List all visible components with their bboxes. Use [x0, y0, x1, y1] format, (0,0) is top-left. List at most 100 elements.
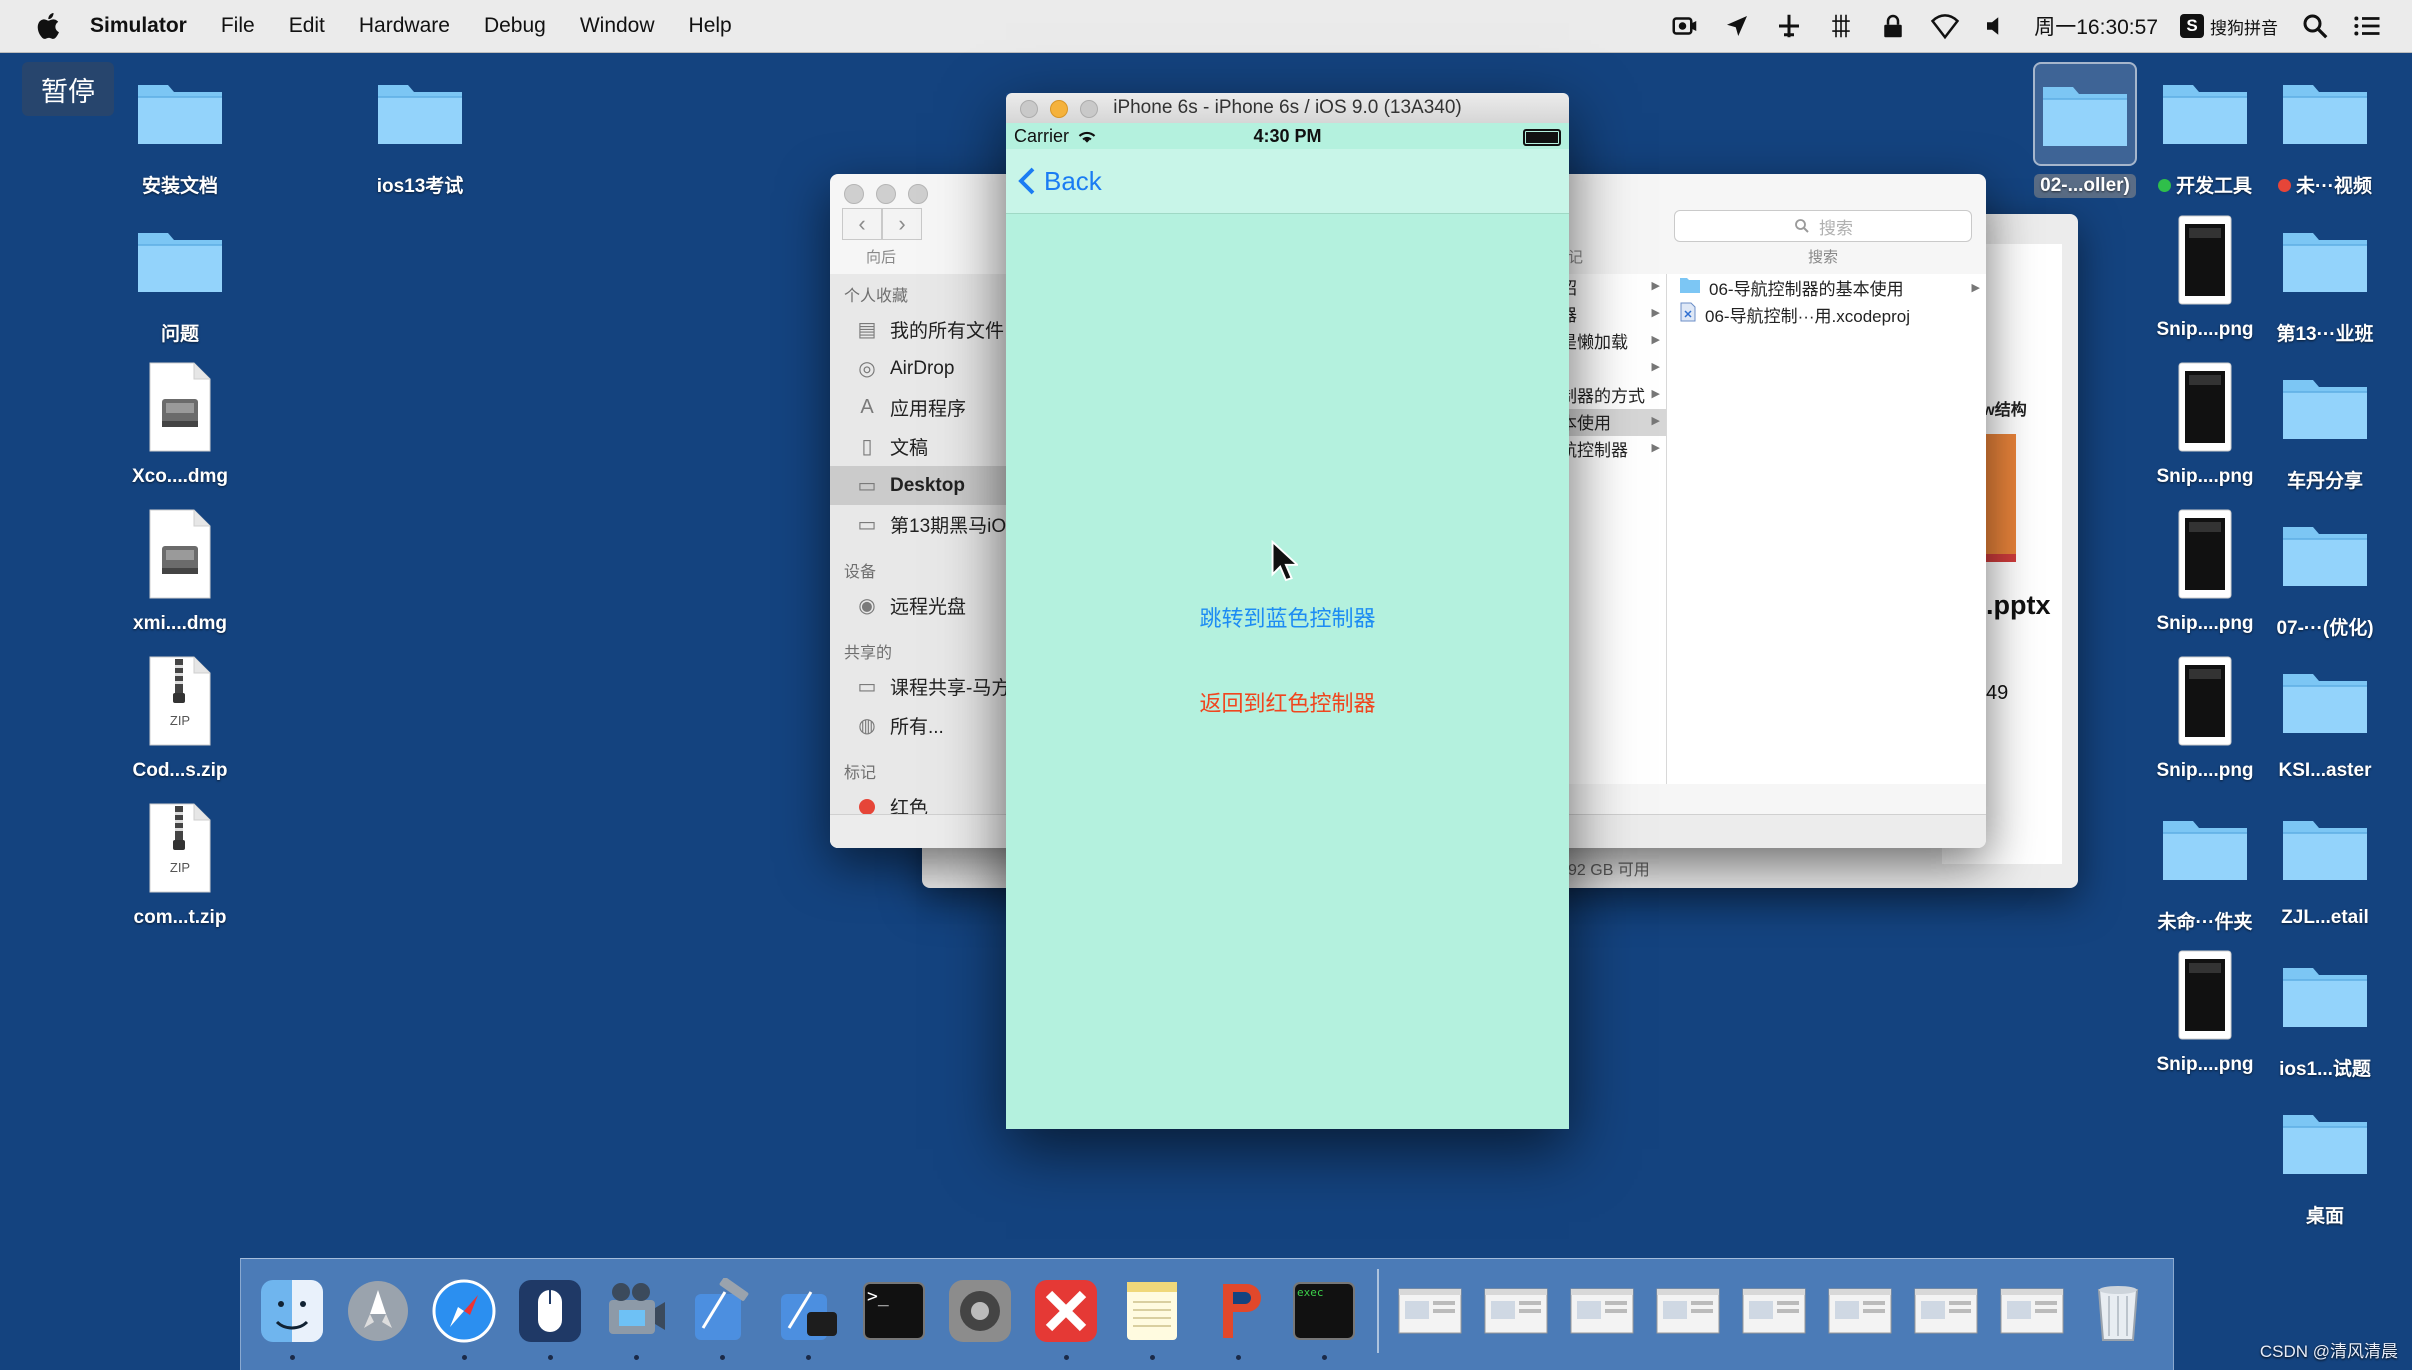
desktop-item[interactable]: xmi....dmg [100, 504, 260, 636]
xmind-dock-icon[interactable] [1029, 1274, 1103, 1360]
mouse-dock-icon[interactable] [513, 1274, 587, 1360]
screen-record-icon[interactable] [1670, 11, 1700, 41]
sidebar-item[interactable]: ◉ 远程光盘 [830, 586, 1030, 625]
desktop-item[interactable]: 车丹分享 [2260, 357, 2390, 494]
pop-to-red-controller-button[interactable]: 返回到红色控制器 [1006, 686, 1569, 718]
desktop-item[interactable]: KSI...aster [2260, 651, 2390, 783]
zoom-button[interactable] [908, 184, 928, 204]
menu-app-name[interactable]: Simulator [90, 14, 187, 38]
powerpoint-dock-icon[interactable] [1201, 1274, 1275, 1360]
window-thumb-4[interactable] [1651, 1274, 1725, 1348]
close-button[interactable] [844, 184, 864, 204]
desktop-item[interactable]: ios1...试题 [2260, 945, 2390, 1082]
push-blue-controller-button[interactable]: 跳转到蓝色控制器 [1006, 601, 1569, 633]
menu-clock[interactable]: 周一16:30:57 [2034, 11, 2158, 41]
sidebar-item[interactable]: ◎ AirDrop [830, 349, 1030, 388]
desktop-item[interactable]: 07-···(优化) [2260, 504, 2390, 641]
desktop-item[interactable]: Snip....png [2140, 357, 2270, 489]
wifi-icon[interactable] [1930, 11, 1960, 41]
apple-icon[interactable] [32, 9, 66, 43]
zoom-button[interactable] [1080, 100, 1098, 118]
trash-dock-icon[interactable] [2081, 1274, 2155, 1348]
column-item[interactable]: 06-导航控制器的基本使用 ▶ [1667, 274, 1986, 301]
safari-dock-icon[interactable] [427, 1274, 501, 1360]
desktop-item[interactable]: ZIP Cod...s.zip [100, 651, 260, 783]
location-icon[interactable] [1722, 11, 1752, 41]
sidebar-item-label: 我的所有文件 [890, 321, 1005, 342]
launchpad-dock-icon[interactable] [341, 1274, 415, 1348]
desktop-item[interactable]: 第13···业班 [2260, 210, 2390, 347]
menu-extras: 周一16:30:57 S 搜狗拼音 [1670, 0, 2382, 52]
window-thumb-3[interactable] [1565, 1274, 1639, 1348]
desktop-item[interactable]: Snip....png [2140, 210, 2270, 342]
volume-icon[interactable] [1982, 11, 2012, 41]
desktop-item[interactable]: 未···视频 [2260, 62, 2390, 199]
menu-hardware[interactable]: Hardware [359, 14, 450, 38]
minimize-button[interactable] [876, 184, 896, 204]
sidebar-item[interactable]: ▭ 课程共享-马方 [830, 667, 1030, 706]
simulator-titlebar[interactable]: iPhone 6s - iPhone 6s / iOS 9.0 (13A340) [1006, 93, 1569, 124]
sogou-icon: S [2180, 14, 2204, 38]
desktop-item[interactable]: ZIP com...t.zip [100, 798, 260, 930]
airplane-icon[interactable] [1774, 11, 1804, 41]
back-arrow-icon[interactable]: ‹ [842, 208, 882, 240]
menu-edit[interactable]: Edit [289, 14, 325, 38]
spotlight-search-icon[interactable] [2300, 11, 2330, 41]
close-button[interactable] [1020, 100, 1038, 118]
desktop-item[interactable]: ZJL...etail [2260, 798, 2390, 930]
window-thumb-5[interactable] [1737, 1274, 1811, 1348]
menu-file[interactable]: File [221, 14, 255, 38]
menu-debug[interactable]: Debug [484, 14, 546, 38]
sidebar-item[interactable]: ▯ 文稿 [830, 427, 1030, 466]
forward-arrow-icon[interactable]: › [882, 208, 922, 240]
notification-center-icon[interactable] [2352, 11, 2382, 41]
sidebar-item[interactable]: A 应用程序 [830, 388, 1030, 427]
instruments-dock-icon[interactable] [771, 1274, 845, 1360]
notes-dock-icon[interactable] [1115, 1274, 1189, 1360]
input-method[interactable]: S 搜狗拼音 [2180, 14, 2278, 39]
window-thumb-7[interactable] [1909, 1274, 1983, 1348]
desktop-item[interactable]: 02-...oller) [2020, 62, 2150, 198]
desktop: Simulator File Edit Hardware Debug Windo… [0, 0, 2412, 1370]
network-status-icon[interactable] [1826, 11, 1856, 41]
imovie-dock-icon[interactable] [599, 1274, 673, 1360]
terminal-dock-icon[interactable]: >_ [857, 1274, 931, 1348]
system-preferences-dock-icon[interactable] [943, 1274, 1017, 1348]
sidebar-section-tags: 标记 [844, 765, 877, 782]
desktop-item[interactable]: 问题 [100, 210, 260, 347]
menu-window[interactable]: Window [580, 14, 655, 38]
back-button[interactable]: Back [1018, 166, 1102, 197]
desktop-item[interactable]: ios13考试 [340, 62, 500, 199]
sidebar-item[interactable]: ▭ Desktop [830, 466, 1030, 505]
sidebar-item[interactable]: ▭ 第13期黑马iOS [830, 505, 1030, 544]
documents-icon: ▯ [861, 436, 873, 458]
xcode-dock-icon[interactable] [685, 1274, 759, 1360]
ios-screen: Carrier 4:30 PM Back 跳转到蓝色控制器 返回到红色控制器 [1006, 123, 1569, 1129]
window-thumb-6[interactable] [1823, 1274, 1897, 1348]
desktop-item[interactable]: 桌面 [2260, 1092, 2390, 1229]
desktop-item-label: Snip....png [2150, 612, 2259, 636]
running-indicator [634, 1355, 639, 1360]
finder-column-2: 06-导航控制器的基本使用 ▶ 06-导航控制···用.xcodeproj [1667, 274, 1986, 784]
sidebar-item[interactable]: ◍ 所有... [830, 706, 1030, 745]
finder-dock-icon[interactable] [255, 1274, 329, 1360]
desktop-item[interactable]: Snip....png [2140, 651, 2270, 783]
minimize-button[interactable] [1050, 100, 1068, 118]
finder-search-field[interactable]: 搜索 [1674, 210, 1972, 242]
column-item[interactable]: 06-导航控制···用.xcodeproj [1667, 301, 1986, 328]
menu-help[interactable]: Help [689, 14, 732, 38]
desktop-item[interactable]: 安装文档 [100, 62, 260, 199]
desktop-item[interactable]: Xco....dmg [100, 357, 260, 489]
exec-dock-icon[interactable]: exec [1287, 1274, 1361, 1360]
desktop-item[interactable]: 开发工具 [2140, 62, 2270, 199]
window-thumb-2[interactable] [1479, 1274, 1553, 1348]
folder-icon: ▭ [857, 514, 877, 536]
lock-icon[interactable] [1878, 11, 1908, 41]
simulator-window[interactable]: iPhone 6s - iPhone 6s / iOS 9.0 (13A340)… [1006, 93, 1569, 1129]
desktop-item[interactable]: Snip....png [2140, 504, 2270, 636]
sidebar-item[interactable]: ▤ 我的所有文件 [830, 310, 1030, 349]
desktop-item[interactable]: 未命···件夹 [2140, 798, 2270, 935]
window-thumb-8[interactable] [1995, 1274, 2069, 1348]
desktop-item[interactable]: Snip....png [2140, 945, 2270, 1077]
window-thumb-1[interactable] [1393, 1274, 1467, 1348]
